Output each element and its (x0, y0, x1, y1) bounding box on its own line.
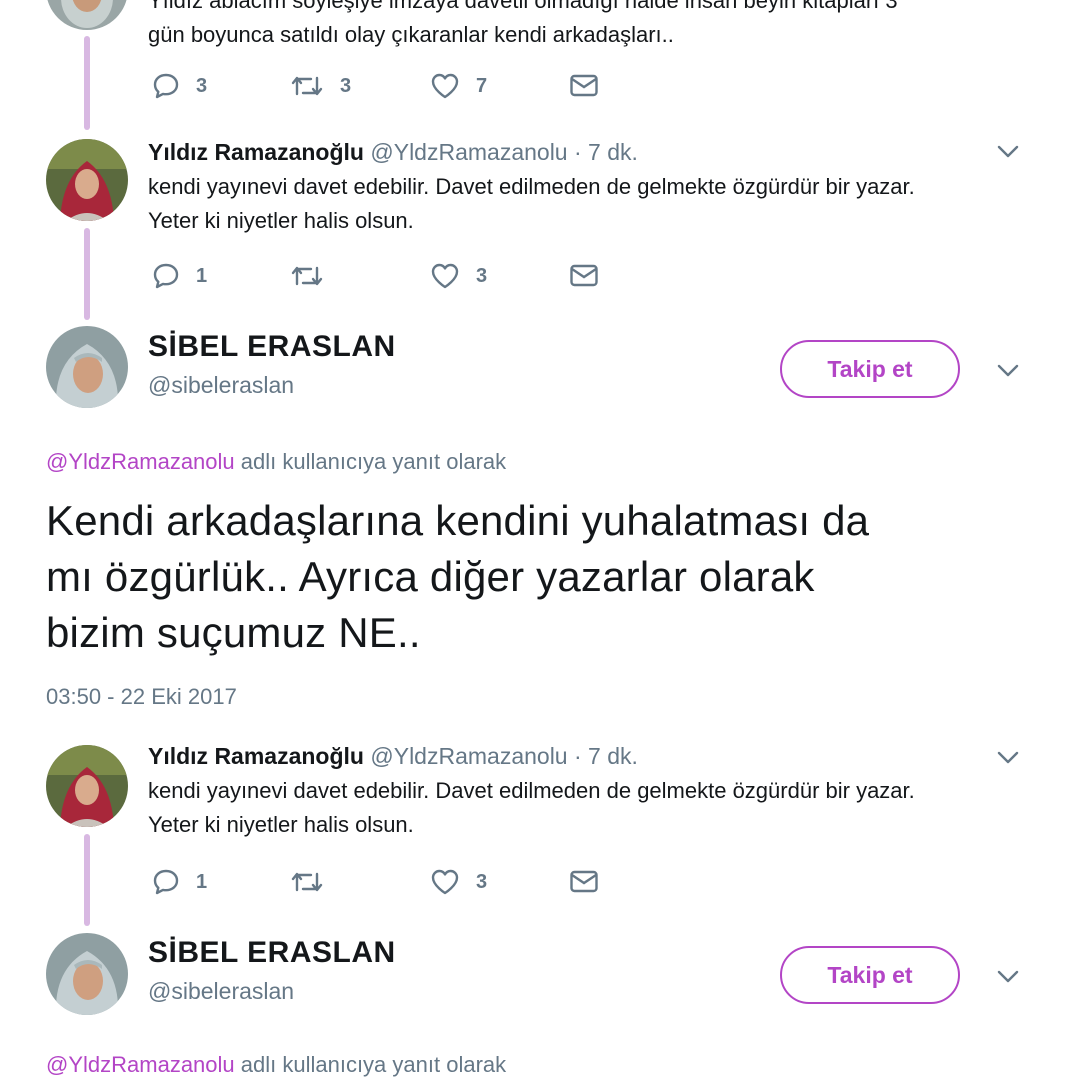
like-count: 3 (476, 870, 488, 893)
reply-mention-link[interactable]: @YldzRamazanolu (46, 1052, 235, 1077)
user-handle[interactable]: @sibeleraslan (148, 372, 294, 399)
reply-context: @YldzRamazanolu adlı kullanıcıya yanıt o… (46, 1052, 506, 1078)
envelope-icon (570, 74, 598, 97)
dm-button[interactable] (569, 261, 599, 291)
reply-button[interactable]: 3 (152, 71, 207, 101)
follow-button[interactable]: Takip et (780, 340, 960, 398)
retweet-icon (291, 872, 323, 892)
retweet-button[interactable] (290, 867, 324, 897)
thread-line (84, 36, 90, 130)
display-name[interactable]: Yıldız Ramazanoğlu (148, 139, 364, 165)
tweet-text-line: gün boyunca satıldı olay çıkaranlar kend… (148, 22, 674, 47)
tweet-actions: 1 3 (152, 261, 612, 291)
chevron-down-icon[interactable] (996, 750, 1020, 766)
like-button[interactable]: 3 (430, 261, 487, 291)
like-count: 3 (476, 264, 488, 287)
like-count: 7 (476, 74, 488, 97)
heart-icon (431, 73, 459, 99)
tweet-actions: 3 3 7 (152, 71, 612, 101)
retweet-count: 3 (340, 74, 352, 97)
retweet-icon (291, 76, 323, 96)
retweet-icon (291, 266, 323, 286)
envelope-icon (570, 870, 598, 893)
tweet-thread-page: Yıldız ablacım söyleşiye imzaya davetli … (0, 0, 1080, 1080)
reply-icon (153, 263, 179, 289)
tweet-text: kendi yayınevi davet edebilir. Davet edi… (148, 774, 1028, 842)
tweet-text: kendi yayınevi davet edebilir. Davet edi… (148, 170, 1028, 238)
avatar[interactable] (46, 0, 128, 30)
reply-count: 1 (196, 870, 208, 893)
tweet-header: Yıldız Ramazanoğlu @YldzRamazanolu · 7 d… (148, 138, 638, 166)
like-button[interactable]: 7 (430, 71, 487, 101)
tweet-text-line: mı özgürlük.. Ayrıca diğer yazarlar olar… (46, 553, 815, 600)
chevron-down-icon[interactable] (996, 144, 1020, 160)
reply-context: @YldzRamazanolu adlı kullanıcıya yanıt o… (46, 449, 506, 475)
reply-count: 3 (196, 74, 208, 97)
display-name[interactable]: Yıldız Ramazanoğlu (148, 743, 364, 769)
tweet-timestamp[interactable]: 03:50 - 22 Eki 2017 (46, 684, 237, 710)
chevron-down-icon[interactable] (996, 363, 1020, 379)
handle-time[interactable]: @YldzRamazanolu · 7 dk. (370, 743, 638, 769)
tweet-text-line: Yeter ki niyetler halis olsun. (148, 208, 414, 233)
reply-icon (153, 73, 179, 99)
heart-icon (431, 869, 459, 895)
main-tweet-text: Kendi arkadaşlarına kendini yuhalatması … (46, 493, 1046, 661)
tweet-text-line: Kendi arkadaşlarına kendini yuhalatması … (46, 497, 870, 544)
tweet-actions: 1 3 (152, 867, 612, 897)
tweet-text-line: kendi yayınevi davet edebilir. Davet edi… (148, 778, 915, 803)
like-button[interactable]: 3 (430, 867, 487, 897)
reply-button[interactable]: 1 (152, 867, 207, 897)
heart-icon (431, 263, 459, 289)
tweet-text-line: kendi yayınevi davet edebilir. Davet edi… (148, 174, 915, 199)
avatar[interactable] (46, 326, 128, 408)
reply-icon (153, 869, 179, 895)
follow-button[interactable]: Takip et (780, 946, 960, 1004)
user-handle[interactable]: @sibeleraslan (148, 978, 294, 1005)
envelope-icon (570, 264, 598, 287)
chevron-down-icon[interactable] (996, 969, 1020, 985)
dm-button[interactable] (569, 867, 599, 897)
avatar[interactable] (46, 745, 128, 827)
tweet-text: Yıldız ablacım söyleşiye imzaya davetli … (148, 0, 1028, 52)
tweet-text-line: Yıldız ablacım söyleşiye imzaya davetli … (148, 0, 898, 13)
reply-mention-link[interactable]: @YldzRamazanolu (46, 449, 235, 474)
reply-count: 1 (196, 264, 208, 287)
tweet-text-line: Yeter ki niyetler halis olsun. (148, 812, 414, 837)
display-name[interactable]: SİBEL ERASLAN (148, 936, 396, 970)
retweet-button[interactable] (290, 261, 324, 291)
dm-button[interactable] (569, 71, 599, 101)
reply-context-text: adlı kullanıcıya yanıt olarak (234, 449, 507, 474)
tweet-header: Yıldız Ramazanoğlu @YldzRamazanolu · 7 d… (148, 742, 638, 770)
thread-line (84, 228, 90, 320)
handle-time[interactable]: @YldzRamazanolu · 7 dk. (370, 139, 638, 165)
display-name[interactable]: SİBEL ERASLAN (148, 330, 396, 364)
avatar[interactable] (46, 933, 128, 1015)
reply-context-text: adlı kullanıcıya yanıt olarak (234, 1052, 507, 1077)
retweet-button[interactable]: 3 (290, 71, 351, 101)
avatar[interactable] (46, 139, 128, 221)
reply-button[interactable]: 1 (152, 261, 207, 291)
tweet-text-line: bizim suçumuz NE.. (46, 609, 421, 656)
thread-line (84, 834, 90, 926)
